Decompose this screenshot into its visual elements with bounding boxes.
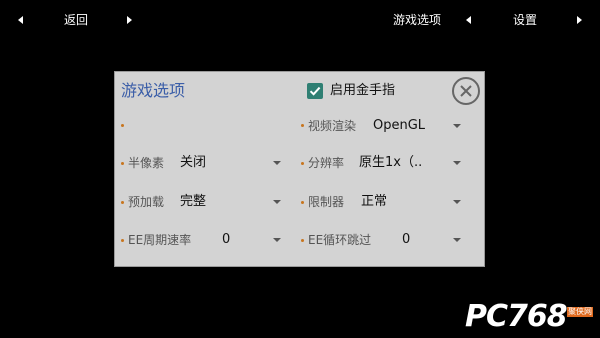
preload-label: 预加载 [128, 195, 165, 209]
watermark-logo: PC768 [465, 299, 568, 334]
video-render-value[interactable]: OpenGL [373, 118, 425, 134]
half-pixel-value[interactable]: 关闭 [180, 155, 206, 171]
settings-prev-icon[interactable] [466, 16, 471, 24]
dialog-title: 游戏选项 [121, 81, 186, 100]
checkmark-icon [309, 86, 321, 96]
bullet-icon [121, 201, 124, 204]
ee-cycle-rate-dropdown-icon[interactable] [273, 238, 281, 242]
top-bar: 返回 游戏选项 设置 [0, 0, 600, 40]
preload-value[interactable]: 完整 [180, 194, 206, 210]
watermark-badge: 聚侠网 [567, 307, 593, 317]
bullet-icon [301, 239, 304, 242]
back-button[interactable]: 返回 [64, 12, 88, 28]
ee-cycle-skip-dropdown-icon[interactable] [453, 238, 461, 242]
close-button[interactable] [452, 77, 480, 105]
limiter-label: 限制器 [308, 195, 345, 209]
settings-next-icon[interactable] [577, 16, 582, 24]
limiter-value[interactable]: 正常 [361, 194, 387, 210]
resolution-dropdown-icon[interactable] [453, 161, 461, 165]
ee-cycle-rate-value[interactable]: 0 [222, 232, 230, 248]
cheat-checkbox[interactable] [307, 83, 323, 99]
resolution-label: 分辨率 [308, 156, 345, 170]
resolution-value[interactable]: 原生1x（.. [359, 155, 422, 171]
cheat-checkbox-label[interactable]: 启用金手指 [330, 83, 395, 99]
close-icon [460, 85, 472, 97]
bullet-icon [301, 124, 304, 127]
game-options-tab[interactable]: 游戏选项 [393, 12, 441, 28]
ee-cycle-skip-value[interactable]: 0 [402, 232, 410, 248]
half-pixel-label: 半像素 [128, 156, 165, 170]
back-arrow-left-icon[interactable] [18, 16, 23, 24]
video-render-label: 视频渲染 [308, 119, 357, 133]
preload-dropdown-icon[interactable] [273, 200, 281, 204]
bullet-icon [121, 239, 124, 242]
video-render-dropdown-icon[interactable] [453, 124, 461, 128]
settings-tab[interactable]: 设置 [513, 12, 537, 28]
half-pixel-dropdown-icon[interactable] [273, 161, 281, 165]
bullet-icon [121, 162, 124, 165]
ee-cycle-skip-label: EE循环跳过 [308, 233, 372, 247]
bullet-icon [301, 162, 304, 165]
bullet-icon [121, 124, 124, 127]
game-options-dialog: 游戏选项 启用金手指 视频渲染 OpenGL 半像素 关闭 分辨率 原生1x（.… [114, 71, 485, 267]
ee-cycle-rate-label: EE周期速率 [128, 233, 192, 247]
limiter-dropdown-icon[interactable] [453, 200, 461, 204]
back-arrow-right-icon[interactable] [127, 16, 132, 24]
bullet-icon [301, 201, 304, 204]
